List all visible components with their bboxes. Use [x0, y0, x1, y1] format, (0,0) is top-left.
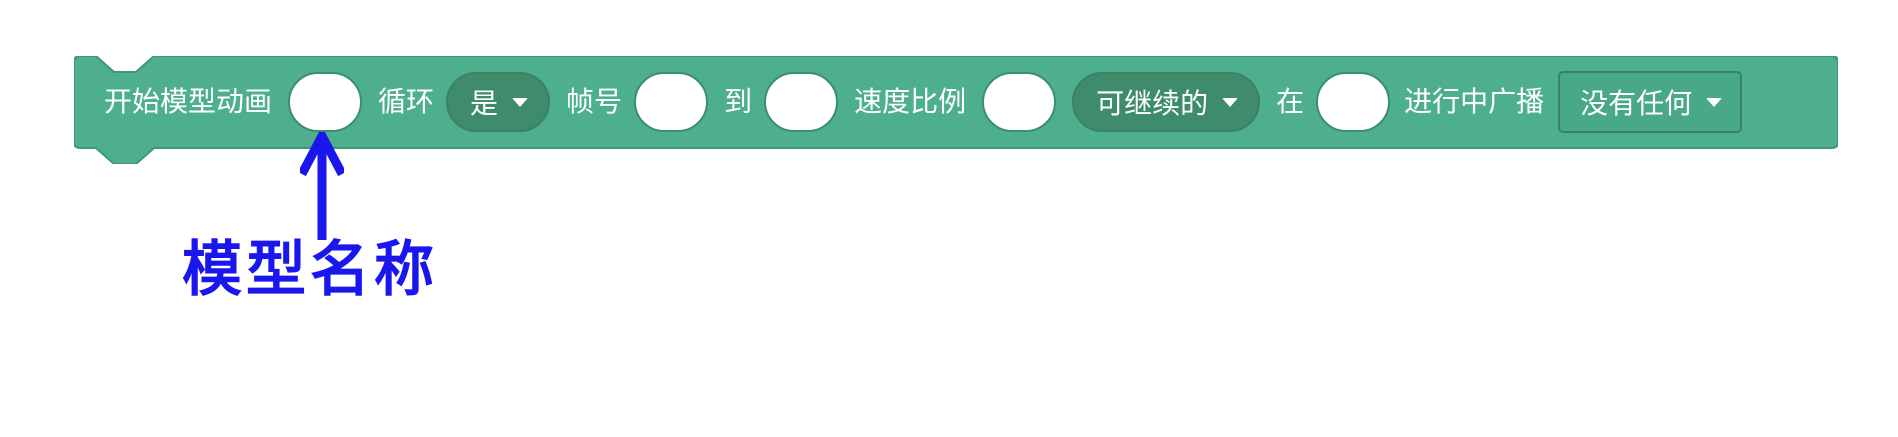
- label-at: 在: [1276, 85, 1305, 118]
- model-name-annotation: 模型名称: [182, 235, 438, 305]
- label-to: 到: [724, 85, 753, 118]
- arrow-up-icon: [300, 132, 344, 240]
- broadcast-message-dropdown[interactable]: 没有任何: [1558, 71, 1743, 133]
- label-start-model-animation: 开始模型动画: [104, 85, 273, 118]
- resumable-dropdown[interactable]: 可继续的: [1072, 72, 1261, 132]
- model-name-input[interactable]: [288, 72, 363, 132]
- caret-down-icon: [1222, 97, 1239, 107]
- end-frame-input[interactable]: [764, 72, 839, 132]
- speed-ratio-input[interactable]: [982, 72, 1057, 132]
- caret-down-icon: [1706, 97, 1723, 107]
- broadcast-frame-input[interactable]: [1316, 72, 1391, 132]
- resumable-dropdown-value: 可继续的: [1096, 87, 1209, 120]
- loop-dropdown[interactable]: 是: [446, 72, 551, 132]
- caret-down-icon: [512, 97, 529, 107]
- label-speed-ratio: 速度比例: [854, 85, 967, 118]
- broadcast-message-dropdown-value: 没有任何: [1580, 87, 1693, 120]
- label-loop: 循环: [378, 85, 435, 118]
- start-frame-input[interactable]: [634, 72, 709, 132]
- label-frame-number: 帧号: [566, 85, 623, 118]
- label-broadcast-in-progress: 进行中广播: [1404, 85, 1545, 118]
- loop-dropdown-value: 是: [470, 87, 499, 120]
